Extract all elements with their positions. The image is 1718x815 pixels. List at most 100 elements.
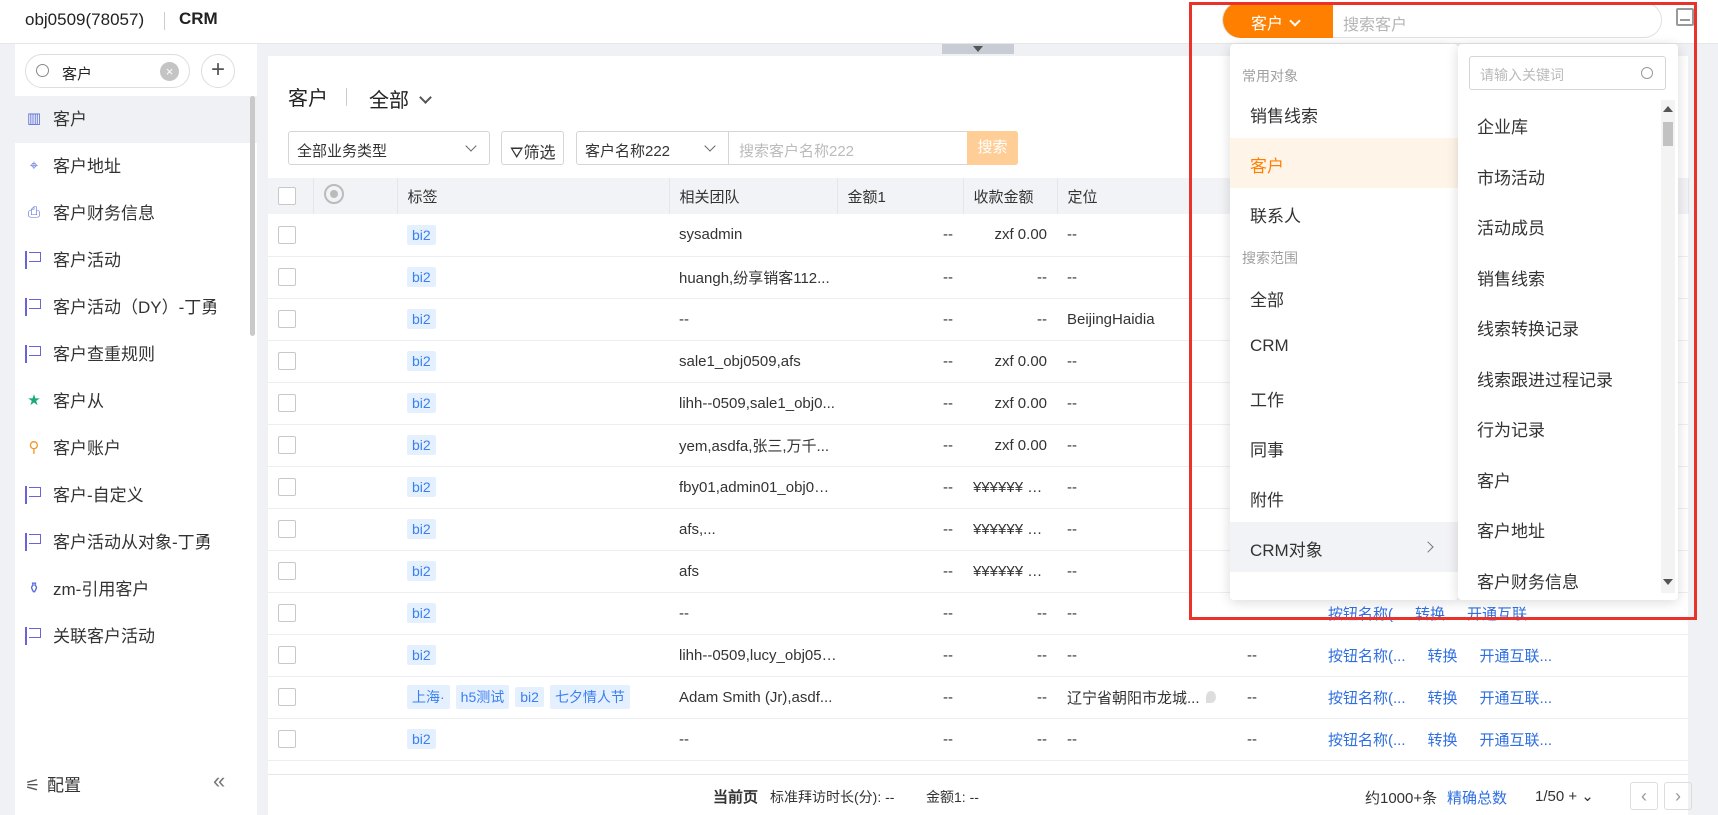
action-link[interactable]: 按钮名称(...	[1328, 648, 1406, 665]
select-all-cell[interactable]	[268, 178, 314, 214]
action-link[interactable]: 开通互联...	[1480, 648, 1553, 665]
row-checkbox[interactable]	[278, 436, 296, 455]
row-select-cell[interactable]	[268, 340, 313, 383]
row-select-cell[interactable]	[268, 508, 313, 551]
keyword-input[interactable]: 请输入关键词	[1469, 56, 1666, 90]
action-link[interactable]: 按钮名称(...	[1328, 690, 1406, 707]
action-link[interactable]: 转换	[1428, 648, 1458, 665]
row-select-cell[interactable]	[268, 424, 313, 467]
next-page-button[interactable]: ›	[1664, 782, 1692, 810]
notification-icon[interactable]	[1676, 8, 1694, 26]
object-item[interactable]: 企业库	[1458, 100, 1658, 151]
row-select-cell[interactable]	[268, 634, 313, 677]
row-checkbox[interactable]	[278, 478, 296, 497]
scroll-thumb[interactable]	[1663, 122, 1673, 146]
object-item[interactable]: 客户财务信息	[1458, 555, 1658, 606]
sidebar-item[interactable]: ★ 客户从	[15, 378, 257, 425]
action-link[interactable]: 转换	[1415, 606, 1445, 623]
object-item[interactable]: 市场活动	[1458, 151, 1658, 202]
row-select-cell[interactable]	[268, 550, 313, 593]
sidebar-item[interactable]: ⚲ 客户账户	[15, 425, 257, 472]
object-item[interactable]: 行为记录	[1458, 403, 1658, 454]
global-search[interactable]: 客户 搜索客户	[1222, 2, 1662, 38]
object-item[interactable]: 客户地址	[1458, 504, 1658, 555]
sidebar-item[interactable]: 关联客户活动	[15, 613, 257, 660]
sidebar-scrollbar[interactable]	[250, 96, 255, 336]
view-selector[interactable]: 全部	[369, 84, 432, 113]
exact-count-link[interactable]: 精确总数	[1447, 787, 1507, 808]
sidebar-item[interactable]: 客户-自定义	[15, 472, 257, 519]
app-name[interactable]: CRM	[179, 9, 218, 29]
scroll-down-icon[interactable]	[1663, 579, 1673, 585]
row-select-cell[interactable]	[268, 676, 313, 719]
search-field-select[interactable]: 客户名称222	[577, 132, 729, 164]
sidebar-item[interactable]: 客户活动从对象-丁勇	[15, 519, 257, 566]
object-item[interactable]: 线索跟进过程记录	[1458, 353, 1658, 404]
object-item[interactable]: 活动成员	[1458, 201, 1658, 252]
scope-item[interactable]: 全部	[1230, 272, 1458, 322]
row-select-cell[interactable]	[268, 214, 313, 257]
dropdown-item[interactable]: 客户	[1230, 138, 1458, 188]
column-header[interactable]: 收款金额	[963, 178, 1058, 214]
list-search-input[interactable]: 搜索客户名称222	[739, 140, 854, 161]
object-item[interactable]: 销售线索	[1458, 252, 1658, 303]
row-checkbox[interactable]	[278, 646, 296, 665]
filter-button[interactable]: ⛛筛选	[501, 131, 564, 165]
scope-item[interactable]: 工作	[1230, 372, 1458, 422]
add-button[interactable]: +	[201, 54, 235, 88]
action-link[interactable]: 开通互联...	[1480, 732, 1553, 749]
list-search[interactable]: 客户名称222 搜索客户名称222 搜索	[576, 131, 1018, 165]
action-link[interactable]: 转换	[1428, 732, 1458, 749]
sidebar-search-input[interactable]: 客户 ×	[25, 54, 190, 88]
row-checkbox[interactable]	[278, 604, 296, 623]
action-link[interactable]: 开通互联...	[1467, 606, 1540, 623]
row-checkbox[interactable]	[278, 225, 296, 244]
prev-page-button[interactable]: ‹	[1630, 782, 1658, 810]
object-item[interactable]: 线索转换记录	[1458, 302, 1658, 353]
column-settings[interactable]	[313, 178, 398, 214]
scope-item[interactable]: CRM	[1230, 322, 1458, 372]
global-search-input[interactable]: 搜索客户	[1343, 11, 1407, 35]
table-row[interactable]: bi2 -- -- -- -- -- 按钮名称(... 转换 开通互联...	[268, 718, 1688, 761]
column-header[interactable]: 金额1	[837, 178, 964, 214]
collapse-sidebar-icon[interactable]: «	[213, 768, 225, 794]
business-type-select[interactable]: 全部业务类型	[288, 131, 490, 165]
column-header[interactable]: 相关团队	[669, 178, 838, 214]
dropdown-item[interactable]: 销售线索	[1230, 88, 1458, 138]
row-checkbox[interactable]	[278, 268, 296, 287]
sidebar-item[interactable]: ⌖ 客户地址	[15, 143, 257, 190]
sidebar-item[interactable]: ⚱ zm-引用客户	[15, 566, 257, 613]
column-header[interactable]: 标签	[397, 178, 670, 214]
submenu-scrollbar[interactable]	[1661, 100, 1675, 593]
row-checkbox[interactable]	[278, 562, 296, 581]
action-link[interactable]: 转换	[1428, 690, 1458, 707]
scope-item[interactable]: CRM对象	[1230, 522, 1458, 572]
select-all-checkbox[interactable]	[278, 187, 296, 206]
config-button[interactable]: ⚟ 配置	[25, 771, 81, 796]
sidebar-item[interactable]: ⎙ 客户财务信息	[15, 190, 257, 237]
scope-item[interactable]: 附件	[1230, 472, 1458, 522]
column-settings-icon[interactable]	[323, 184, 344, 204]
sidebar-item[interactable]: 客户活动（DY）-丁勇	[15, 284, 257, 331]
search-scope-button[interactable]: 客户	[1223, 2, 1333, 38]
row-checkbox[interactable]	[278, 394, 296, 413]
row-select-cell[interactable]	[268, 592, 313, 635]
row-select-cell[interactable]	[268, 466, 313, 509]
table-row[interactable]: bi2 lihh--0509,lucy_obj0509 -- -- -- -- 按钮名称(.…	[268, 634, 1688, 677]
search-button[interactable]: 搜索	[967, 131, 1018, 165]
scroll-up-icon[interactable]	[1663, 106, 1673, 112]
object-item[interactable]: 客户	[1458, 454, 1658, 505]
action-link[interactable]: 按钮名称(	[1328, 606, 1393, 623]
action-link[interactable]: 开通互联...	[1480, 690, 1553, 707]
clear-icon[interactable]: ×	[160, 62, 179, 81]
table-row[interactable]: 上海· h5测试 bi2 七夕情人节 Adam Smith (Jr),asdf... --…	[268, 676, 1688, 719]
tenant-name[interactable]: obj0509(78057)	[25, 10, 144, 30]
location-pin-icon[interactable]	[1205, 690, 1216, 703]
dropdown-item[interactable]: 联系人	[1230, 188, 1458, 238]
row-checkbox[interactable]	[278, 520, 296, 539]
row-checkbox[interactable]	[278, 310, 296, 329]
row-select-cell[interactable]	[268, 298, 313, 341]
page-size-select[interactable]: 1/50 + ⌄	[1535, 787, 1594, 805]
row-select-cell[interactable]	[268, 256, 313, 299]
row-checkbox[interactable]	[278, 352, 296, 371]
